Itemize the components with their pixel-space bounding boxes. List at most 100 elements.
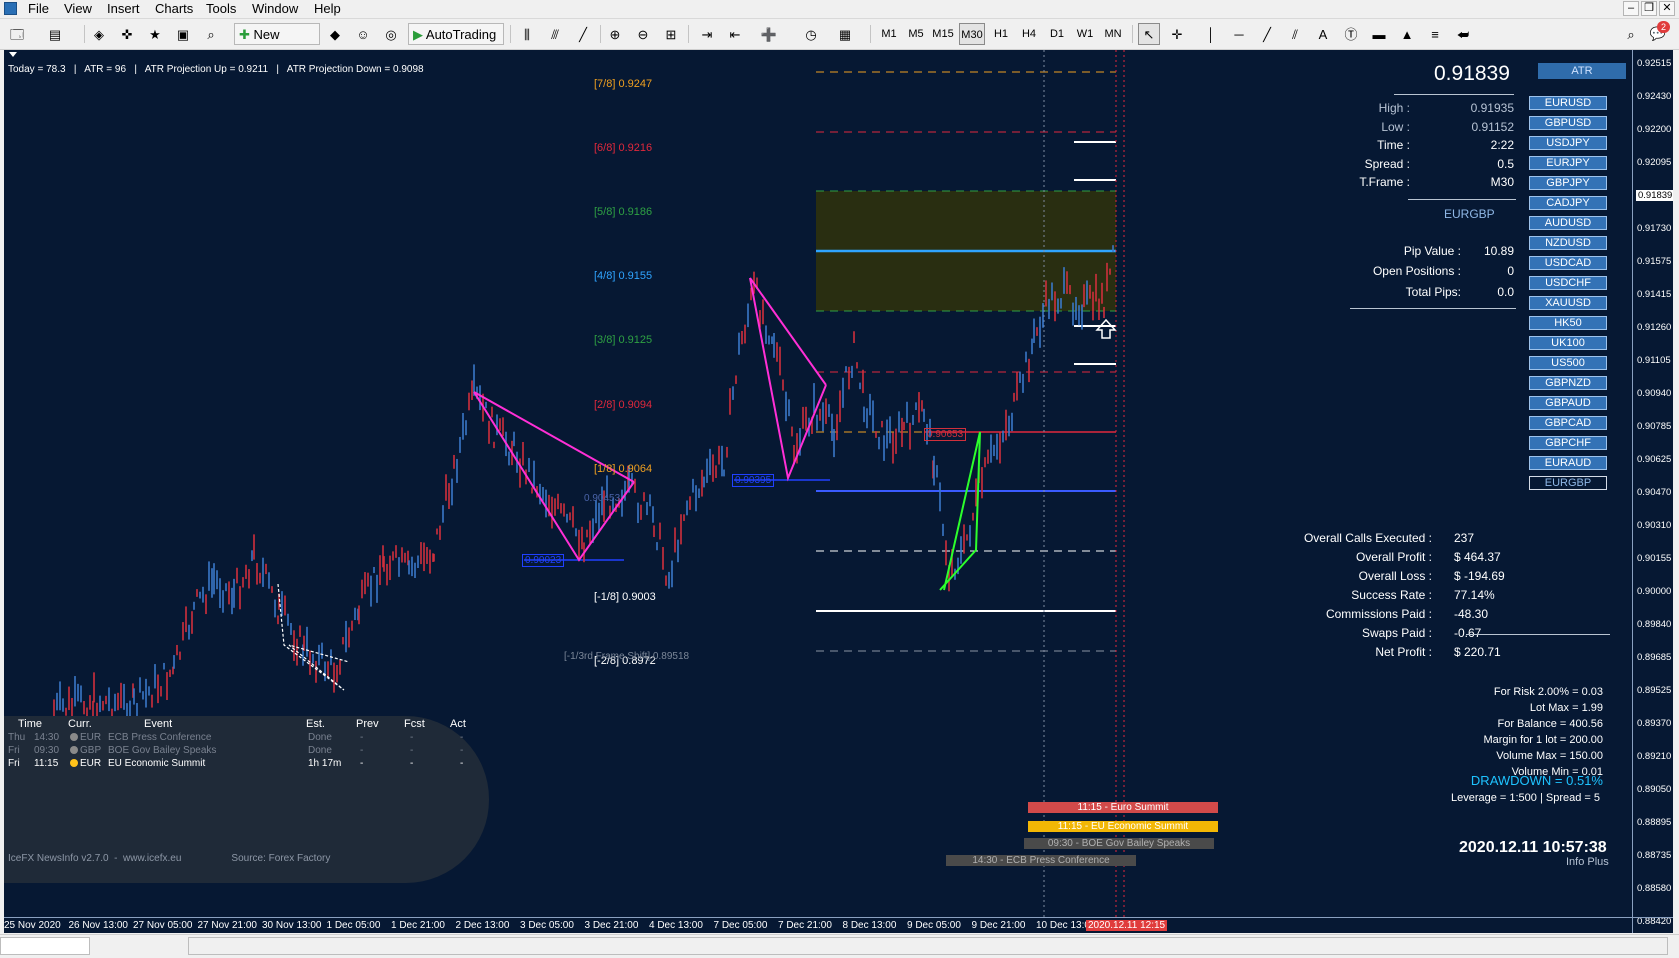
menu-view[interactable]: View (64, 1, 92, 17)
period-h4[interactable]: H4 (1016, 23, 1042, 45)
period-m30[interactable]: M30 (959, 23, 985, 45)
templates-icon[interactable]: ▦ (834, 23, 856, 45)
news-footer: IceFX NewsInfo v2.7.0 - www.icefx.eu Sou… (8, 853, 331, 864)
metaeditor-icon[interactable]: ◆ (324, 23, 346, 45)
period-mn[interactable]: MN (1100, 23, 1126, 45)
market-watch-icon[interactable]: ◈ (88, 23, 110, 45)
line-chart-icon[interactable]: ╱ (572, 23, 594, 45)
navigator-icon[interactable]: ★ (144, 23, 166, 45)
vertical-line-icon[interactable]: │ (1200, 23, 1222, 45)
search-icon[interactable]: ⌕ (1620, 23, 1642, 45)
murrey-level-label: [7/8] 0.9247 (594, 78, 653, 90)
info-plus-label: Info Plus (1566, 856, 1609, 868)
news-fcst: - (410, 732, 414, 743)
atr-info-bar: Today = 78.3 | ATR = 96 | ATR Projection… (8, 64, 424, 75)
autoscroll-icon[interactable]: ⇥ (696, 23, 718, 45)
murrey-level-label: [4/8] 0.9155 (594, 270, 653, 282)
menu-charts[interactable]: Charts (155, 1, 193, 17)
text-label-icon[interactable]: Ⓣ (1340, 23, 1362, 45)
symbol-button-usdcad[interactable]: USDCAD (1529, 256, 1607, 270)
menu-tools[interactable]: Tools (206, 1, 236, 17)
rectangle-icon[interactable]: ▬ (1368, 23, 1390, 45)
symbol-button-gbpjpy[interactable]: GBPJPY (1529, 176, 1607, 190)
symbol-button-eurusd[interactable]: EURUSD (1529, 96, 1607, 110)
text-icon[interactable]: A (1312, 23, 1334, 45)
period-h1[interactable]: H1 (988, 23, 1014, 45)
menu-insert[interactable]: Insert (107, 1, 140, 17)
minimize-button[interactable]: – (1623, 1, 1639, 16)
chart-area[interactable]: Today = 78.3 | ATR = 96 | ATR Projection… (4, 50, 1673, 933)
time-axis-label: 3 Dec 05:00 (520, 920, 574, 931)
price-axis-label: 0.90000 (1637, 586, 1672, 597)
atr-button[interactable]: ATR (1538, 63, 1626, 79)
data-window-icon[interactable]: ✜ (116, 23, 138, 45)
triangle-icon[interactable]: ▲ (1396, 23, 1418, 45)
chart-tabs[interactable] (188, 937, 1668, 955)
chart-shift-icon[interactable]: ⇤ (724, 23, 746, 45)
symbol-button-eurgbp[interactable]: EURGBP (1529, 476, 1607, 490)
symbol-button-gbpaud[interactable]: GBPAUD (1529, 396, 1607, 410)
symbol-button-cadjpy[interactable]: CADJPY (1529, 196, 1607, 210)
crosshair-icon[interactable]: ✛ (1166, 23, 1188, 45)
menu-file[interactable]: File (28, 1, 49, 17)
candlestick-icon[interactable]: ⫻ (544, 23, 566, 45)
symbol-button-gbpcad[interactable]: GBPCAD (1529, 416, 1607, 430)
symbol-button-usdchf[interactable]: USDCHF (1529, 276, 1607, 290)
terminal-icon[interactable]: ▣ (172, 23, 194, 45)
price-axis[interactable]: 0.925150.924300.922000.920950.918850.917… (1632, 50, 1673, 933)
menu-window[interactable]: Window (252, 1, 298, 17)
symbol-button-gbpnzd[interactable]: GBPNZD (1529, 376, 1607, 390)
menu-help[interactable]: Help (314, 1, 341, 17)
time-axis[interactable]: 25 Nov 2020 26 Nov 13:00 27 Nov 05:00 27 No… (4, 917, 1673, 933)
autotrading-button[interactable]: ▶ AutoTrading (408, 23, 504, 45)
new-order-button[interactable]: ✚ New Order (234, 23, 320, 64)
symbol-button-euraud[interactable]: EURAUD (1529, 456, 1607, 470)
period-m5[interactable]: M5 (903, 23, 929, 45)
trendline-icon[interactable]: ╱ (1256, 23, 1278, 45)
arrows-icon[interactable]: ⮨ (1452, 23, 1474, 45)
harmonic-pattern (277, 583, 350, 691)
notifications-button[interactable]: 💬 2 (1646, 21, 1670, 45)
profiles-icon[interactable]: ▤ (44, 23, 66, 45)
tile-windows-icon[interactable]: ⊞ (660, 23, 682, 45)
zoom-out-icon[interactable]: ⊖ (632, 23, 654, 45)
symbol-button-eurjpy[interactable]: EURJPY (1529, 156, 1607, 170)
chart-tab-active[interactable] (0, 937, 90, 955)
period-d1[interactable]: D1 (1044, 23, 1070, 45)
fibonacci-icon[interactable]: ≡ (1424, 23, 1446, 45)
up-arrow-icon (1095, 318, 1117, 339)
bar-chart-icon[interactable]: ⫼ (516, 23, 538, 45)
indicators-icon[interactable]: ➕ (758, 23, 780, 45)
symbol-button-gbpusd[interactable]: GBPUSD (1529, 116, 1607, 130)
symbol-button-gbpchf[interactable]: GBPCHF (1529, 436, 1607, 450)
period-w1[interactable]: W1 (1072, 23, 1098, 45)
horizontal-line-icon[interactable]: ─ (1228, 23, 1250, 45)
stat-row: Overall Calls Executed : 237 (1304, 531, 1510, 547)
price-axis-label: 0.91415 (1637, 289, 1672, 300)
symbol-button-xauusd[interactable]: XAUUSD (1529, 296, 1607, 310)
period-m15[interactable]: M15 (930, 23, 956, 45)
close-button[interactable]: ✕ (1659, 1, 1675, 16)
periods-icon[interactable]: ◷ (800, 23, 822, 45)
new-chart-icon[interactable]: 🗔 (6, 23, 28, 45)
stat-row: Overall Profit : $ 464.37 (1304, 550, 1510, 566)
channel-icon[interactable]: ⫽ (1284, 23, 1306, 45)
stat-row: Commissions Paid : -48.30 (1304, 607, 1510, 623)
symbol-button-hk50[interactable]: HK50 (1529, 316, 1607, 330)
event-bar-4: 14:30 - ECB Press Conference (946, 855, 1136, 866)
period-m1[interactable]: M1 (876, 23, 902, 45)
radar-icon[interactable]: ◎ (380, 23, 402, 45)
cursor-icon[interactable]: ↖ (1138, 23, 1160, 45)
symbol-button-uk100[interactable]: UK100 (1529, 336, 1607, 350)
symbol-button-nzdusd[interactable]: NZDUSD (1529, 236, 1607, 250)
strategy-tester-icon[interactable]: ⌕ (200, 23, 222, 45)
symbol-button-usdjpy[interactable]: USDJPY (1529, 136, 1607, 150)
murrey-level-label: [3/8] 0.9125 (594, 334, 653, 346)
symbol-button-us500[interactable]: US500 (1529, 356, 1607, 370)
signals-icon[interactable]: ☺ (352, 23, 374, 45)
murrey-level-label: [-1/8] 0.9003 (594, 591, 656, 603)
symbol-button-audusd[interactable]: AUDUSD (1529, 216, 1607, 230)
restore-button[interactable]: ❐ (1641, 1, 1657, 16)
zoom-in-icon[interactable]: ⊕ (604, 23, 626, 45)
price-axis-label: 0.90470 (1637, 487, 1672, 498)
